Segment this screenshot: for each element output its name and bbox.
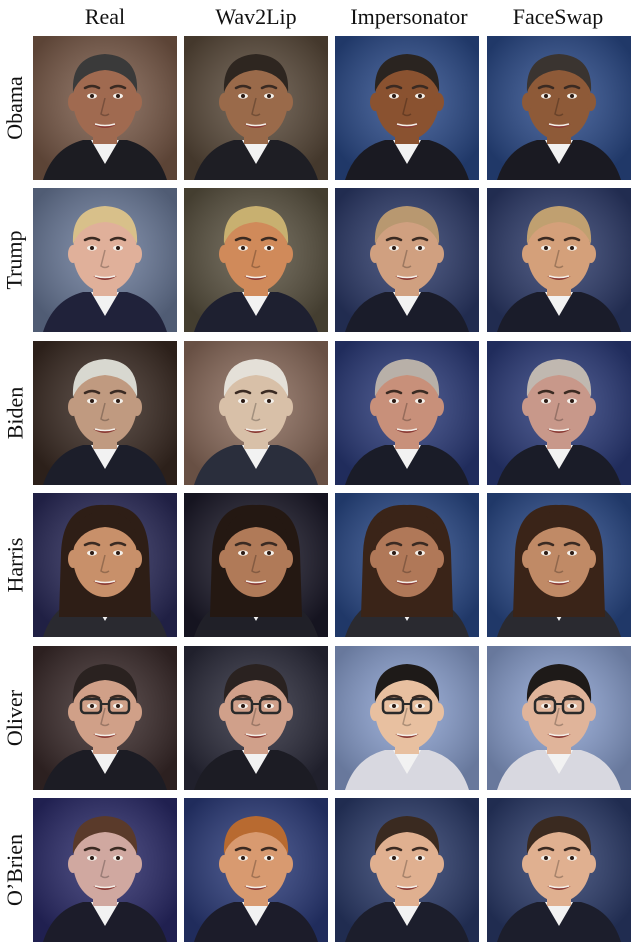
face-portrait bbox=[184, 798, 328, 942]
face-portrait bbox=[487, 188, 631, 332]
face-image-obrien-real bbox=[33, 798, 177, 942]
face-image-trump-wav2lip bbox=[184, 188, 328, 332]
face-image-biden-faceswap bbox=[487, 341, 631, 485]
face-portrait bbox=[335, 646, 479, 790]
face-image-oliver-faceswap bbox=[487, 646, 631, 790]
face-image-obama-faceswap bbox=[487, 36, 631, 180]
face-image-trump-faceswap bbox=[487, 188, 631, 332]
row-label-oliver: Oliver bbox=[0, 646, 30, 790]
row-label-obama: Obama bbox=[0, 36, 30, 180]
face-portrait bbox=[335, 188, 479, 332]
face-portrait bbox=[184, 341, 328, 485]
column-header-wav2lip: Wav2Lip bbox=[215, 4, 297, 29]
face-image-obrien-wav2lip bbox=[184, 798, 328, 942]
face-image-oliver-impersonator bbox=[335, 646, 479, 790]
column-header-faceswap: FaceSwap bbox=[512, 4, 604, 29]
row-label-text: Harris bbox=[2, 537, 28, 593]
face-image-obama-wav2lip bbox=[184, 36, 328, 180]
face-image-harris-faceswap bbox=[487, 493, 631, 637]
face-portrait bbox=[335, 798, 479, 942]
row-label-text: Trump bbox=[2, 230, 28, 290]
face-portrait bbox=[487, 36, 631, 180]
row-label-obrien: O’Brien bbox=[0, 798, 30, 942]
row-label-text: Obama bbox=[2, 76, 27, 140]
face-portrait bbox=[487, 798, 631, 942]
column-header-impersonator: Impersonator bbox=[350, 4, 468, 29]
face-image-oliver-wav2lip bbox=[184, 646, 328, 790]
face-portrait bbox=[33, 188, 177, 332]
face-portrait bbox=[33, 341, 177, 485]
face-image-biden-real bbox=[33, 341, 177, 485]
face-image-obama-real bbox=[33, 36, 177, 180]
face-image-harris-wav2lip bbox=[184, 493, 328, 637]
face-image-biden-impersonator bbox=[335, 341, 479, 485]
face-portrait bbox=[184, 646, 328, 790]
face-image-obama-impersonator bbox=[335, 36, 479, 180]
row-label-text: O’Brien bbox=[2, 833, 27, 907]
row-label-biden: Biden bbox=[0, 341, 30, 485]
face-portrait bbox=[335, 36, 479, 180]
face-portrait bbox=[33, 493, 177, 637]
face-portrait bbox=[184, 493, 328, 637]
face-image-harris-real bbox=[33, 493, 177, 637]
face-image-obrien-impersonator bbox=[335, 798, 479, 942]
column-header-real: Real bbox=[84, 4, 126, 29]
face-image-trump-real bbox=[33, 188, 177, 332]
row-label-trump: Trump bbox=[0, 188, 30, 332]
face-portrait bbox=[335, 341, 479, 485]
face-portrait bbox=[33, 36, 177, 180]
face-image-harris-impersonator bbox=[335, 493, 479, 637]
face-portrait bbox=[33, 646, 177, 790]
face-image-obrien-faceswap bbox=[487, 798, 631, 942]
face-portrait bbox=[487, 646, 631, 790]
row-label-text: Biden bbox=[2, 386, 27, 440]
face-image-biden-wav2lip bbox=[184, 341, 328, 485]
face-portrait bbox=[335, 493, 479, 637]
face-portrait bbox=[184, 188, 328, 332]
row-label-harris: Harris bbox=[0, 493, 30, 637]
face-image-trump-impersonator bbox=[335, 188, 479, 332]
face-image-oliver-real bbox=[33, 646, 177, 790]
row-label-text: Oliver bbox=[2, 689, 28, 747]
face-portrait bbox=[487, 341, 631, 485]
face-portrait bbox=[487, 493, 631, 637]
face-portrait bbox=[33, 798, 177, 942]
face-portrait bbox=[184, 36, 328, 180]
